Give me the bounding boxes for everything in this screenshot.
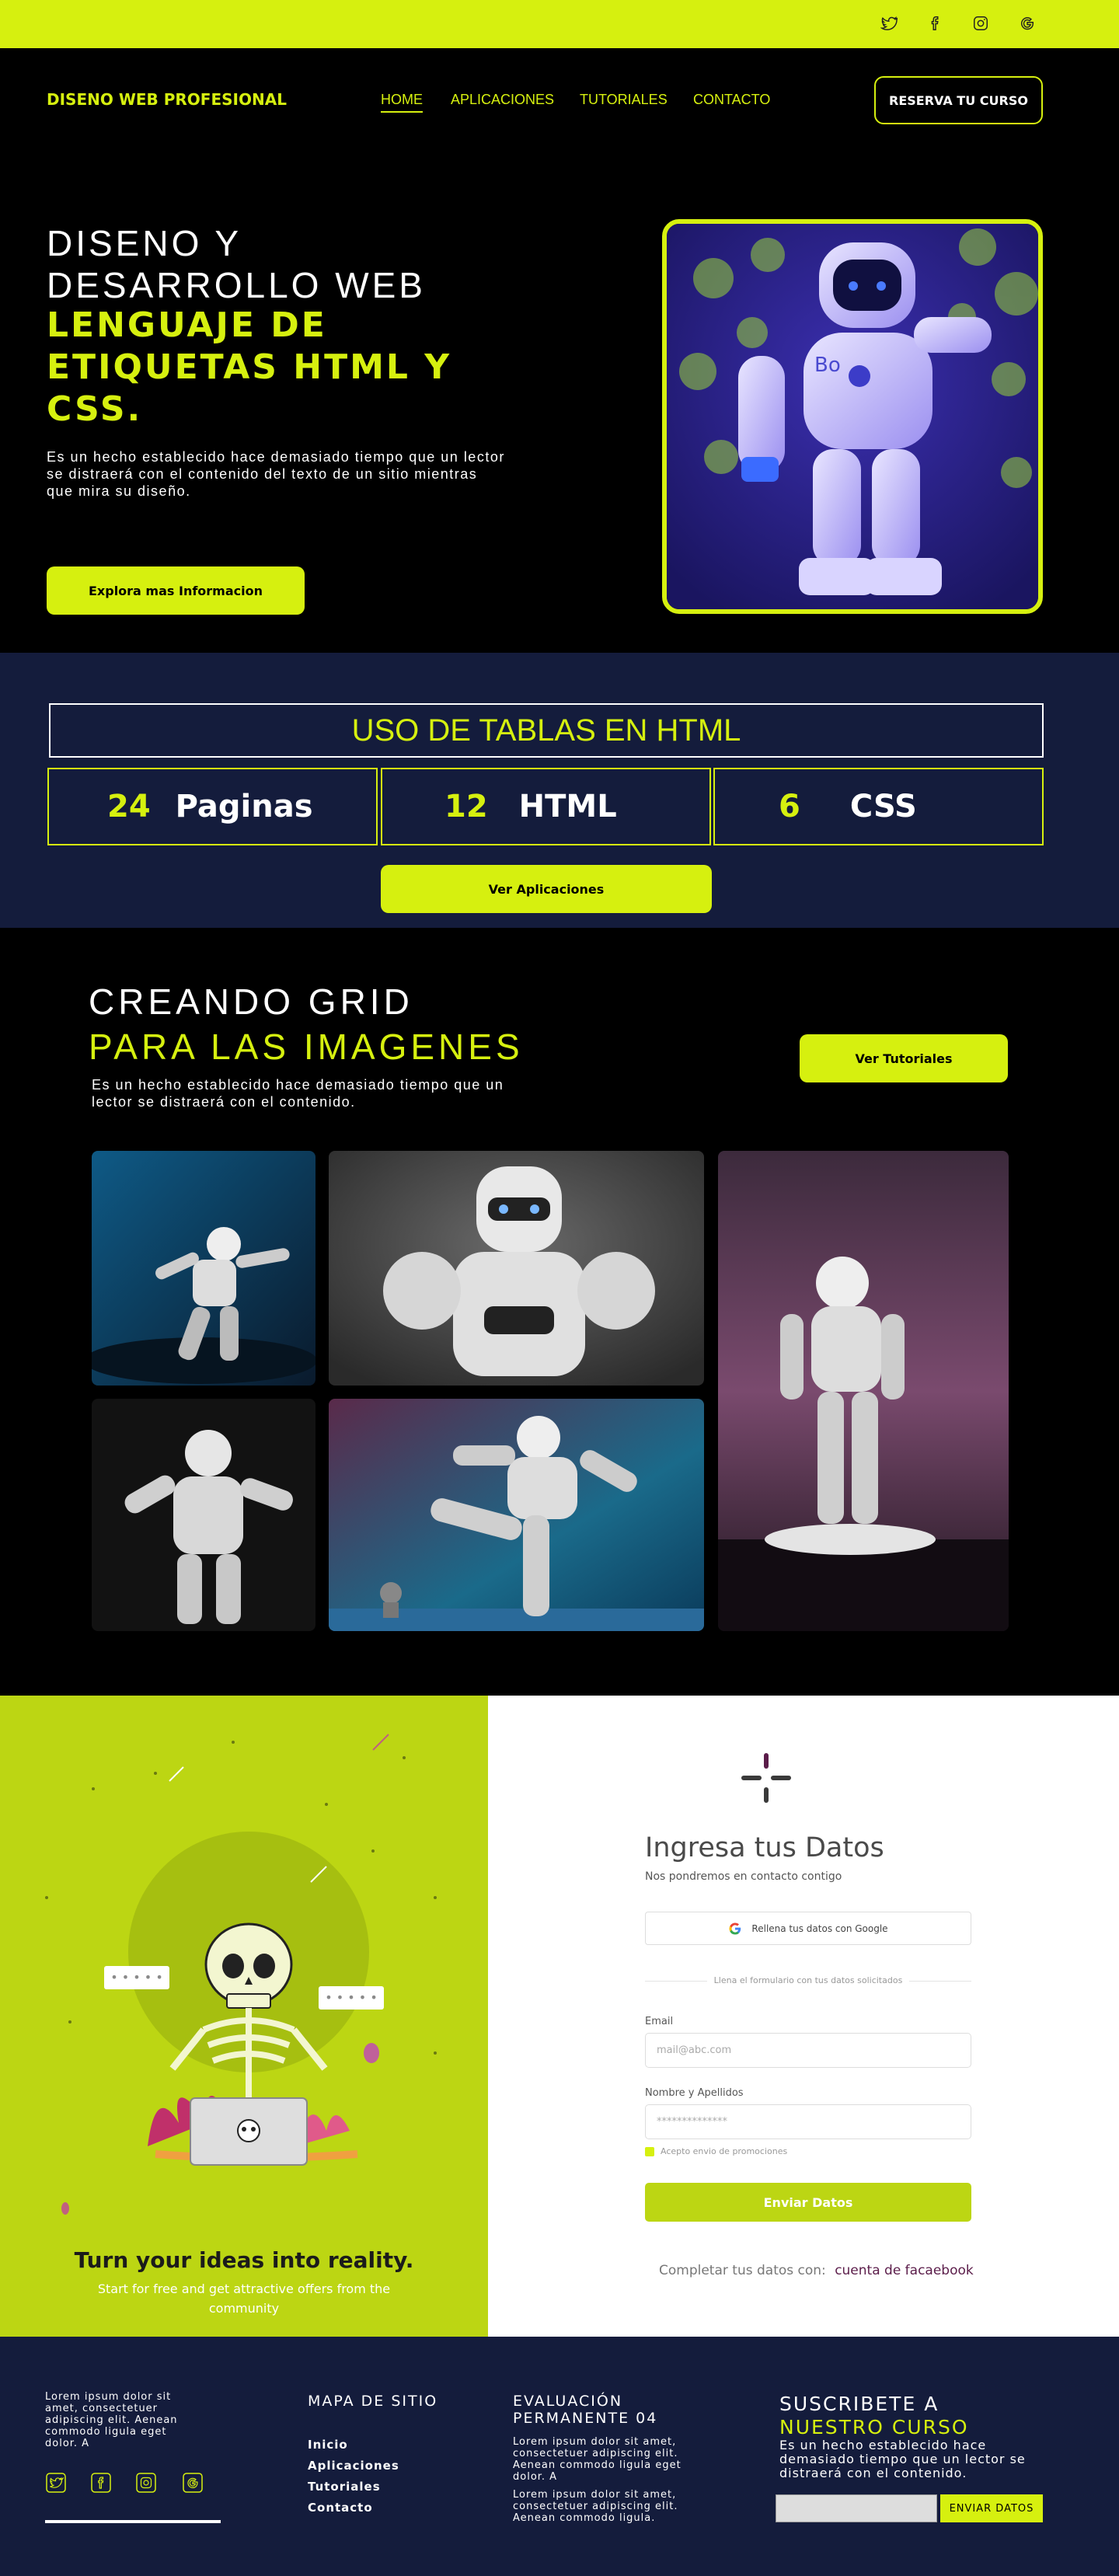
sitemap-title: MAPA DE SITIO: [308, 2393, 438, 2410]
nav-tutoriales[interactable]: TUTORIALES: [580, 92, 668, 108]
nav-contacto[interactable]: CONTACTO: [693, 92, 770, 108]
google-icon[interactable]: [182, 2472, 204, 2494]
google-fill-button[interactable]: Rellena tus datos con Google: [645, 1912, 971, 1945]
google-icon[interactable]: [1016, 12, 1038, 34]
form-heading: Ingresa tus Datos: [645, 1832, 884, 1863]
hero-paragraph: Es un hecho establecido hace demasiado t…: [47, 449, 505, 499]
svg-text:Bo: Bo: [814, 354, 841, 377]
subscribe-title: SUSCRIBETE A: [779, 2393, 939, 2415]
footer-divider-bar: [45, 2520, 221, 2523]
nav-aplicaciones[interactable]: APLICACIONES: [451, 92, 554, 108]
stat-html: 12 HTML: [381, 768, 711, 845]
twitter-icon[interactable]: [878, 12, 900, 34]
gallery-image-robot-kicking: [329, 1399, 704, 1631]
svg-text:• • • • •: • • • • •: [110, 1970, 163, 1985]
evaluation-title: EVALUACIÓN PERMANENTE 04: [513, 2393, 658, 2427]
facebook-row: Completar tus datos con: cuenta de facae…: [659, 2263, 974, 2278]
stats-section: USO DE TABLAS EN HTML 24 Paginas 12 HTML…: [0, 653, 1119, 928]
promotions-checkbox-row[interactable]: Acepto envio de promociones: [645, 2146, 787, 2156]
hero-accent-line: LENGUAJE DE: [47, 305, 327, 345]
divider-text: Llena el formulario con tus datos solici…: [713, 1975, 903, 1985]
footer-about: Lorem ipsum dolor sit amet, consectetuer…: [45, 2391, 178, 2449]
facebook-icon[interactable]: [925, 12, 946, 34]
hero-robot-image: Bo: [662, 219, 1043, 614]
nav-home[interactable]: HOME: [381, 92, 423, 113]
hero-title-line: DISENO Y: [47, 223, 242, 263]
stat-label: Paginas: [175, 789, 313, 824]
illustration-subtext: Start for free and get attractive offers…: [97, 2281, 391, 2316]
subscribe-email-input[interactable]: [776, 2494, 937, 2522]
google-button-label: Rellena tus datos con Google: [751, 1922, 888, 1934]
form-subheading: Nos pondremos en contacto contigo: [645, 1870, 842, 1883]
facebook-link[interactable]: cuenta de facaebook: [835, 2263, 974, 2278]
promotions-checkbox[interactable]: [645, 2146, 654, 2156]
brand-logo[interactable]: DISENO WEB PROFESIONAL: [47, 90, 287, 109]
brand-mark-icon: [741, 1753, 791, 1803]
hero-title: DISENO Y DESARROLLO WEB: [47, 222, 482, 306]
site-footer: Lorem ipsum dolor sit amet, consectetuer…: [0, 2337, 1119, 2576]
stat-label: CSS: [849, 789, 917, 824]
site-header: DISENO WEB PROFESIONAL HOME APLICACIONES…: [0, 48, 1119, 157]
hero-accent-line: CSS.: [47, 389, 143, 429]
evaluation-text: Lorem ipsum dolor sit amet, consectetuer…: [513, 2489, 678, 2524]
view-tutorials-button[interactable]: Ver Tutoriales: [800, 1034, 1008, 1082]
gallery-image-robot-purple: [718, 1151, 1009, 1631]
gallery-title: CREANDO GRID: [89, 981, 413, 1022]
footer-link-contacto[interactable]: Contacto: [308, 2501, 373, 2515]
signup-illustration-panel: • • • • • • • • • • Turn your ideas into…: [0, 1696, 488, 2337]
hero-accent-line: ETIQUETAS HTML Y: [47, 347, 452, 387]
gallery-image-robot-grey: [329, 1151, 704, 1386]
facebook-icon[interactable]: [90, 2472, 112, 2494]
subscribe-text: Es un hecho establecido hace demasiado t…: [779, 2438, 1026, 2480]
skeleton-laptop-illustration: • • • • • • • • • •: [45, 1734, 437, 2215]
gallery-paragraph: Es un hecho establecido hace demasiado t…: [92, 1077, 504, 1110]
reserve-course-button[interactable]: RESERVA TU CURSO: [874, 76, 1043, 124]
hero-title-line: DESARROLLO WEB: [47, 265, 426, 305]
explore-more-button[interactable]: Explora mas Informacion: [47, 566, 305, 615]
email-field[interactable]: mail@abc.com: [645, 2033, 971, 2068]
illustration-heading: Turn your ideas into reality.: [74, 2247, 414, 2273]
svg-text:• • • • •: • • • • •: [325, 1990, 378, 2005]
instagram-icon[interactable]: [135, 2472, 157, 2494]
name-field[interactable]: **************: [645, 2104, 971, 2139]
footer-link-aplicaciones[interactable]: Aplicaciones: [308, 2459, 399, 2473]
footer-link-tutoriales[interactable]: Tutoriales: [308, 2480, 381, 2494]
hero-accent-title: LENGUAJE DE ETIQUETAS HTML Y CSS.: [47, 305, 513, 430]
stat-label: HTML: [518, 789, 617, 824]
facebook-prefix: Completar tus datos con:: [659, 2263, 826, 2278]
stat-css: 6 CSS: [713, 768, 1044, 845]
stat-number: 6: [779, 789, 800, 824]
form-divider: Llena el formulario con tus datos solici…: [645, 1975, 971, 1986]
google-icon: [729, 1922, 741, 1934]
name-label: Nombre y Apellidos: [645, 2087, 744, 2099]
submit-button[interactable]: Enviar Datos: [645, 2183, 971, 2222]
view-applications-button[interactable]: Ver Aplicaciones: [381, 865, 712, 913]
stats-title: USO DE TABLAS EN HTML: [49, 703, 1044, 758]
stat-number: 24: [107, 789, 151, 824]
email-label: Email: [645, 2016, 674, 2027]
instagram-icon[interactable]: [970, 12, 992, 34]
subscribe-button[interactable]: ENVIAR DATOS: [940, 2494, 1043, 2522]
twitter-icon[interactable]: [45, 2472, 67, 2494]
gallery-image-robot-blue: [92, 1151, 315, 1386]
promotions-checkbox-label: Acepto envio de promociones: [661, 2146, 788, 2156]
evaluation-text: Lorem ipsum dolor sit amet, consectetuer…: [513, 2436, 682, 2483]
stat-number: 12: [444, 789, 488, 824]
gallery-subtitle: PARA LAS IMAGENES: [89, 1027, 524, 1067]
gallery-image-robot-dark: [92, 1399, 315, 1631]
stat-pages: 24 Paginas: [47, 768, 378, 845]
subscribe-title-accent: NUESTRO CURSO: [779, 2416, 969, 2438]
footer-link-inicio[interactable]: Inicio: [308, 2438, 348, 2452]
top-bar: [0, 0, 1119, 48]
contact-form-panel: Ingresa tus Datos Nos pondremos en conta…: [488, 1696, 1119, 2337]
